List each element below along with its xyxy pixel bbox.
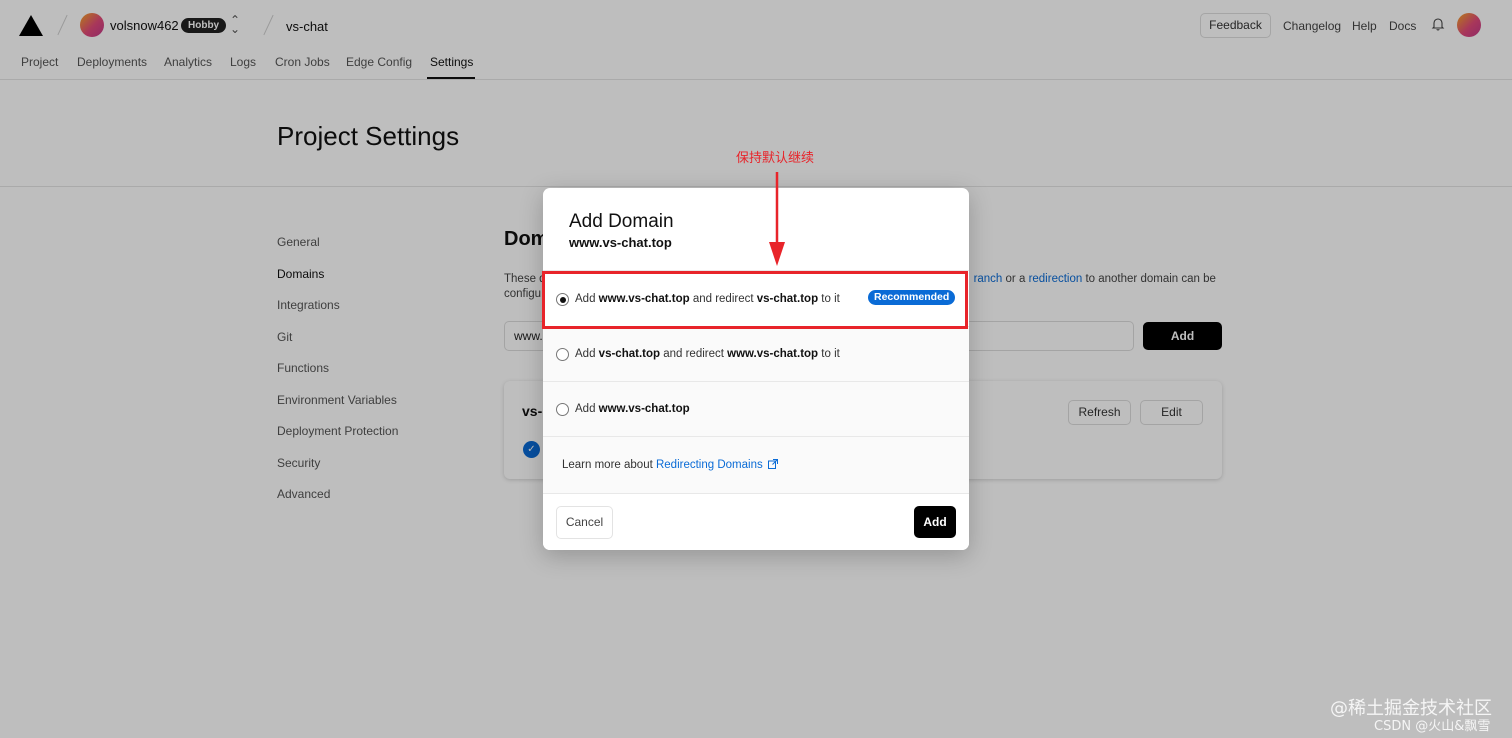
option-label: Add vs-chat.top and redirect www.vs-chat… [575,348,840,360]
option-add-www-only[interactable]: Add www.vs-chat.top [543,381,969,436]
modal-footer: Cancel Add [543,493,969,550]
redirecting-domains-link[interactable]: Redirecting Domains [656,459,763,471]
cancel-button[interactable]: Cancel [556,506,613,539]
option-add-apex-redirect-www[interactable]: Add vs-chat.top and redirect www.vs-chat… [543,326,969,381]
modal-title: Add Domain [569,211,674,232]
radio-button[interactable] [556,348,569,361]
annotation-arrow-icon [769,172,785,266]
annotation-highlight-box [542,271,968,329]
add-domain-modal: Add Domain www.vs-chat.top Add www.vs-ch… [543,188,969,550]
radio-button[interactable] [556,403,569,416]
option-label: Add www.vs-chat.top [575,403,690,415]
annotation-note: 保持默认继续 [736,151,815,166]
modal-subtitle: www.vs-chat.top [569,235,672,250]
watermark-csdn: CSDN @火山&飘雪 [1374,719,1491,734]
learn-more-row: Learn more about Redirecting Domains [543,436,969,493]
external-link-icon[interactable] [768,459,778,469]
learn-more-text: Learn more about Redirecting Domains [562,459,763,471]
modal-add-button[interactable]: Add [914,506,956,538]
